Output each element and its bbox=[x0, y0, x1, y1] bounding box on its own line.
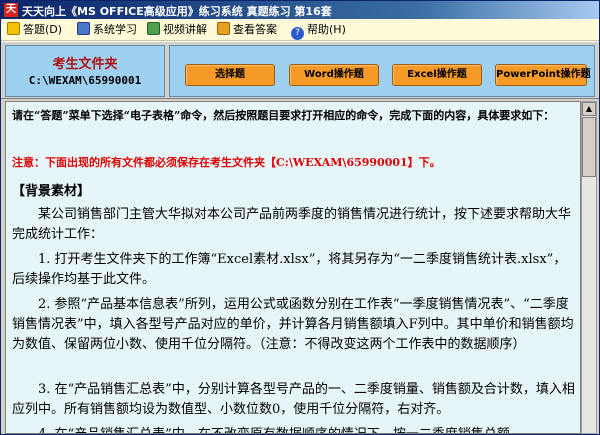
menu-study-label: 系统学习 bbox=[93, 23, 137, 36]
video-icon bbox=[147, 22, 160, 35]
tab-powerpoint[interactable]: PowerPoint操作题 bbox=[495, 64, 591, 86]
title-bar[interactable]: 天 天天向上《MS OFFICE高级应用》练习系统 真题练习 第16套 bbox=[1, 1, 599, 19]
paragraph-step-1: 1. 打开考生文件夹下的工作簿“Excel素材.xlsx”，将其另存为“一二季度… bbox=[12, 252, 567, 287]
paragraph-step-2: 2. 参照“产品基本信息表”所列，运用公式或函数分别在工作表“一季度销售情况表”… bbox=[12, 297, 574, 352]
app-window: 天 天天向上《MS OFFICE高级应用》练习系统 真题练习 第16套 答题(D… bbox=[0, 0, 600, 435]
folder-path: C:\WEXAM\65990001 bbox=[28, 74, 142, 87]
menu-study[interactable]: 系统学习 bbox=[77, 22, 137, 38]
tab-word[interactable]: Word操作题 bbox=[289, 64, 379, 86]
window-title: 天天向上《MS OFFICE高级应用》练习系统 真题练习 第16套 bbox=[22, 5, 332, 18]
study-icon bbox=[77, 22, 90, 35]
exam-folder-box: 考生文件夹 C:\WEXAM\65990001 bbox=[5, 45, 165, 97]
scroll-up-arrow-icon[interactable]: ▲ bbox=[582, 102, 596, 116]
view-answer-icon bbox=[217, 22, 230, 35]
instruction-text: 请在“答题”菜单下选择“电子表格”命令，然后按照题目要求打开相应的命令，完成下面… bbox=[12, 109, 555, 122]
vertical-scrollbar[interactable]: ▲ bbox=[581, 101, 597, 434]
warning-text: 注意：下面出现的所有文件都必须保存在考生文件夹【C:\WEXAM\6599000… bbox=[12, 156, 441, 169]
header-panel: 考生文件夹 C:\WEXAM\65990001 选择题 Word操作题 Exce… bbox=[1, 41, 599, 99]
menu-help[interactable]: ? 帮助(H) bbox=[291, 22, 346, 40]
menu-answer[interactable]: 答题(D) bbox=[7, 22, 62, 38]
question-type-tabs: 选择题 Word操作题 Excel操作题 PowerPoint操作题 bbox=[169, 45, 595, 97]
menu-video-label: 视频讲解 bbox=[163, 23, 207, 36]
paragraph-step-3: 3. 在“产品销售汇总表”中，分别计算各型号产品的一、二季度销量、销售额及合计数… bbox=[12, 382, 575, 417]
background-title: 【背景素材】 bbox=[12, 184, 91, 199]
paragraph-intro: 某公司销售部门主管大华拟对本公司产品前两季度的销售情况进行统计，按下述要求帮助大… bbox=[12, 207, 572, 242]
menu-bar: 答题(D) 系统学习 视频讲解 查看答案 ? 帮助(H) bbox=[1, 19, 599, 41]
menu-answer-label: 答题(D) bbox=[23, 23, 63, 36]
question-content[interactable]: 请在“答题”菜单下选择“电子表格”命令，然后按照题目要求打开相应的命令，完成下面… bbox=[5, 101, 581, 434]
app-logo-icon: 天 bbox=[4, 3, 18, 17]
scroll-thumb[interactable] bbox=[582, 117, 596, 177]
menu-video[interactable]: 视频讲解 bbox=[147, 22, 207, 38]
answer-icon bbox=[7, 22, 20, 35]
menu-view-answer-label: 查看答案 bbox=[233, 23, 277, 36]
menu-view-answer[interactable]: 查看答案 bbox=[217, 22, 277, 38]
menu-help-label: 帮助(H) bbox=[307, 23, 346, 36]
paragraph-step-4: 4. 在“产品销售汇总表”中，在不改变原有数据顺序的情况下，按一二季度销售总额 bbox=[12, 425, 576, 433]
tab-excel[interactable]: Excel操作题 bbox=[392, 64, 482, 86]
help-icon: ? bbox=[291, 27, 304, 40]
tab-choice[interactable]: 选择题 bbox=[185, 64, 275, 86]
folder-title: 考生文件夹 bbox=[52, 57, 118, 72]
